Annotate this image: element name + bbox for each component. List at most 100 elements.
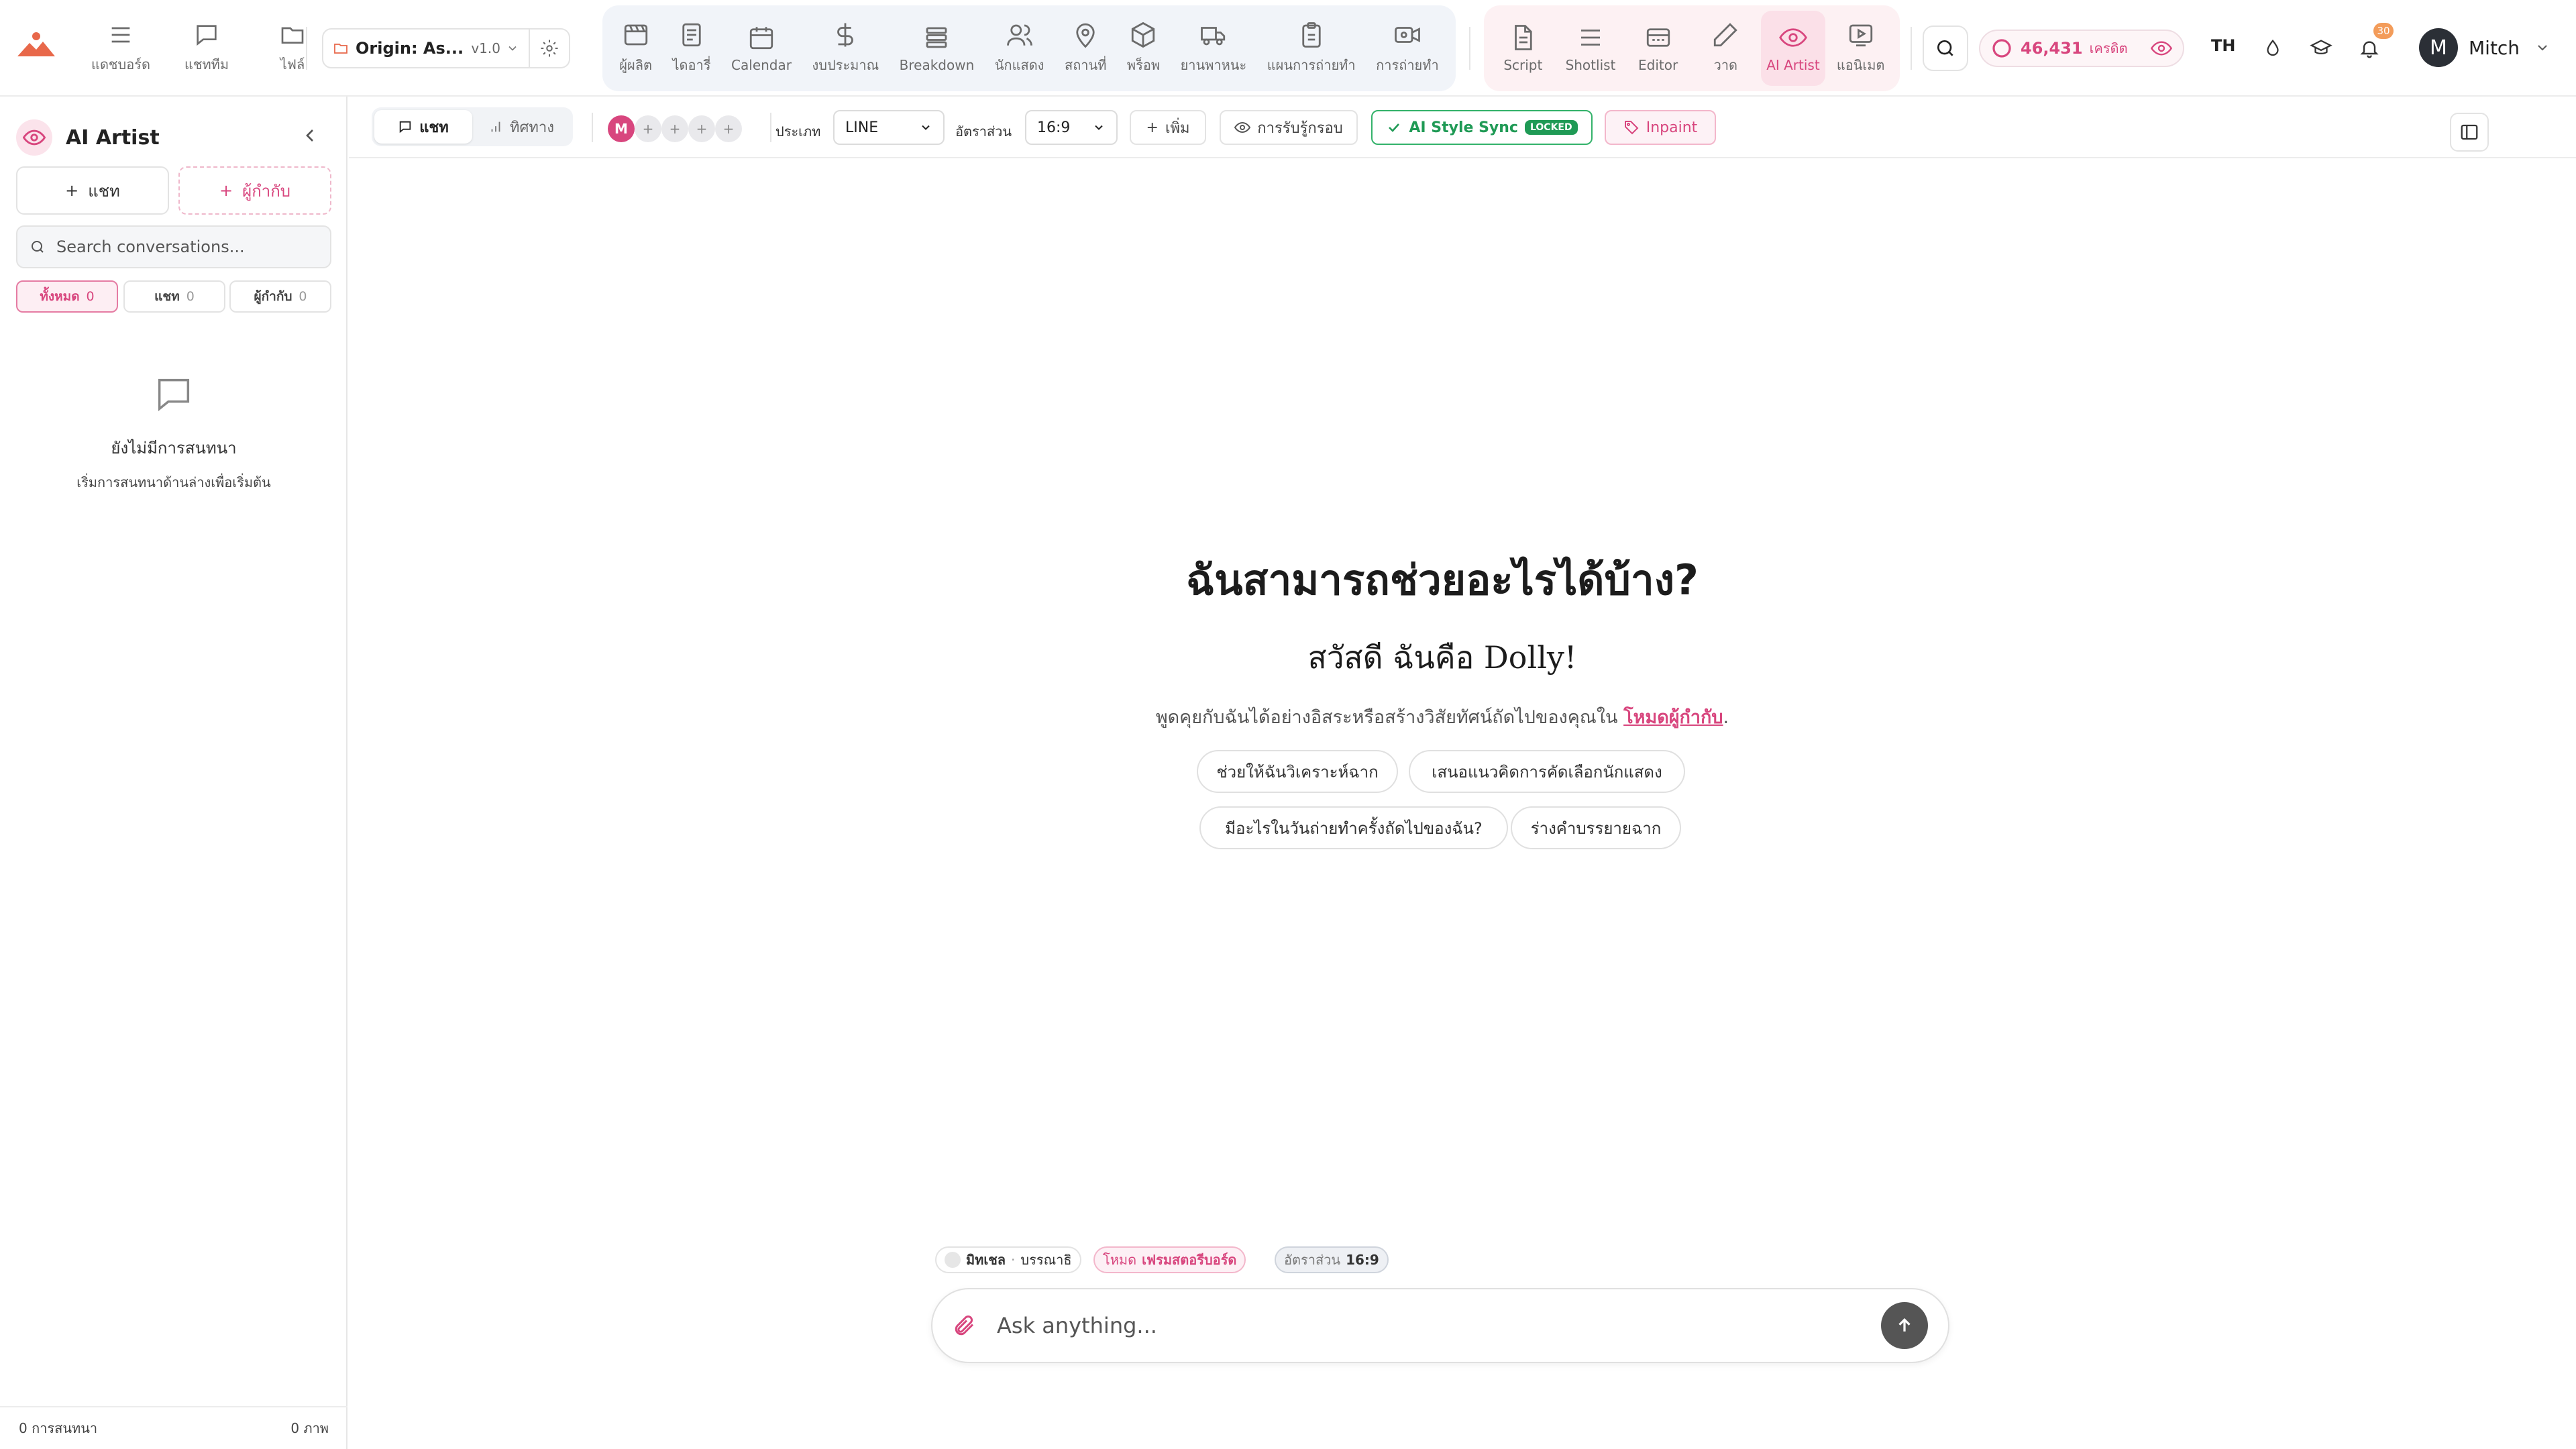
nav-calendar[interactable]: Calendar [727, 11, 796, 85]
type-select[interactable]: LINE [833, 110, 945, 145]
tag-icon [1624, 121, 1639, 135]
context-user-chip[interactable]: มิทเชล · บรรณาธิ [935, 1246, 1081, 1273]
avatar[interactable]: M [608, 115, 635, 142]
chevron-down-icon [922, 125, 930, 130]
add-collaborator-icon[interactable]: + [661, 115, 688, 142]
add-collaborator-icon[interactable]: + [715, 115, 742, 142]
chat-icon [158, 378, 190, 411]
chat-icon [197, 25, 217, 46]
filter-all[interactable]: ทั้งหมด 0 [16, 280, 118, 313]
welcome-heading: ฉันสามารถช่วยอะไรได้บ้าง? [1186, 555, 1699, 604]
creative-nav: Script Shotlist Editor วาด AI Artist แอน… [1484, 5, 1900, 91]
ratio-select[interactable]: 16:9 [1025, 110, 1118, 145]
nav-dashboard[interactable]: แดชบอร์ด [87, 20, 154, 76]
clapper-icon [624, 24, 647, 46]
nav-locations[interactable]: สถานที่ [1061, 11, 1110, 85]
filter-count: 0 [186, 289, 195, 304]
toggle-panel-button[interactable] [2450, 113, 2489, 152]
nav-shooting[interactable]: การถ่ายทำ [1372, 11, 1443, 85]
suggestion-chip[interactable]: ร่างคำบรรยายฉาก [1511, 806, 1681, 849]
tab-chat[interactable]: แชท [374, 110, 472, 144]
arrow-up-icon [1898, 1318, 1911, 1332]
app-logo[interactable] [16, 30, 56, 59]
nav-label: แดชบอร์ด [91, 56, 150, 72]
conversation-count: 0 การสนทนา [19, 1420, 98, 1436]
notification-badge: 30 [2373, 23, 2394, 39]
project-settings-button[interactable] [530, 28, 570, 68]
user-menu[interactable]: M Mitch [2419, 28, 2551, 67]
nav-cast[interactable]: นักแสดง [991, 11, 1049, 85]
nav-files[interactable]: ไฟล์ [259, 20, 326, 76]
eye-icon [1234, 121, 1251, 133]
credits-unit: เครดิต [2089, 40, 2128, 56]
nav-label: AI Artist [1766, 57, 1820, 73]
box-icon [1132, 21, 1155, 48]
ai-style-sync-button[interactable]: AI Style Sync LOCKED [1371, 110, 1593, 145]
nav-editor[interactable]: Editor [1626, 11, 1690, 86]
nav-shotlist[interactable]: Shotlist [1558, 11, 1623, 86]
perception-label: การรับรู้กรอบ [1257, 119, 1343, 137]
nav-producer[interactable]: ผู้ผลิต [615, 11, 656, 85]
nav-breakdown[interactable]: Breakdown [896, 11, 979, 85]
nav-label: นักแสดง [994, 57, 1044, 73]
nav-label: Editor [1638, 57, 1678, 73]
suggestion-chip[interactable]: เสนอแนวคิดการคัดเลือกนักแสดง [1409, 750, 1685, 793]
frame-perception-button[interactable]: การรับรู้กรอบ [1220, 110, 1358, 145]
credits-balance[interactable]: 46,431 เครดิต [1979, 30, 2184, 67]
director-mode-link[interactable]: โหมดผู้กำกับ [1623, 707, 1723, 728]
nav-ai-artist[interactable]: AI Artist [1760, 11, 1825, 86]
theme-button[interactable] [2255, 31, 2290, 66]
editor-icon [1646, 28, 1670, 47]
plus-icon: + [65, 181, 79, 200]
empty-title: ยังไม่มีการสนทนา [111, 439, 237, 458]
context-ratio-chip[interactable]: อัตราส่วน 16:9 [1275, 1246, 1389, 1273]
filter-label: ผู้กำกับ [254, 289, 292, 304]
ratio-label: อัตราส่วน [955, 123, 1012, 140]
nav-label: ผู้ผลิต [619, 57, 652, 73]
inpaint-button[interactable]: Inpaint [1605, 110, 1716, 145]
eye-icon [2151, 41, 2172, 56]
nav-props[interactable]: พร็อพ [1123, 11, 1164, 85]
context-mode-chip[interactable]: โหมด เฟรมสตอรีบอร์ด [1093, 1246, 1246, 1273]
project-selector[interactable]: Origin: As... v1.0 [322, 28, 530, 68]
nav-script[interactable]: Script [1491, 11, 1555, 86]
conversation-search-input[interactable]: Search conversations... [16, 225, 331, 268]
paperclip-icon[interactable] [953, 1313, 977, 1338]
context-mode-label: โหมด [1103, 1252, 1137, 1268]
new-director-button[interactable]: + ผู้กำกับ [178, 166, 331, 215]
suggestion-chip[interactable]: มีอะไรในวันถ่ายทำครั้งถัดไปของฉัน? [1199, 806, 1508, 849]
language-switch[interactable]: TH [2211, 36, 2235, 55]
suggestion-chip[interactable]: ช่วยให้ฉันวิเคราะห์ฉาก [1197, 750, 1398, 793]
nav-budget[interactable]: งบประมาณ [808, 11, 883, 85]
nav-shooting-plan[interactable]: แผนการถ่ายทำ [1263, 11, 1360, 85]
send-button[interactable] [1881, 1302, 1928, 1349]
add-collaborator-icon[interactable]: + [688, 115, 715, 142]
chat-icon [399, 121, 411, 133]
credit-circle-icon [1992, 39, 2011, 58]
mode-toggle: แชท ทิศทาง [372, 107, 573, 146]
nav-label: Script [1503, 57, 1543, 73]
nav-label: งบประมาณ [812, 57, 879, 73]
learn-button[interactable] [2304, 31, 2339, 66]
plus-icon: + [219, 181, 233, 200]
nav-diary[interactable]: ไดอารี่ [668, 11, 714, 85]
nav-animate[interactable]: แอนิเมต [1829, 11, 1893, 86]
global-search-button[interactable] [1923, 25, 1968, 71]
filter-director[interactable]: ผู้กำกับ 0 [229, 280, 331, 313]
filter-chat[interactable]: แชท 0 [123, 280, 225, 313]
add-button[interactable]: + เพิ่ม [1130, 110, 1206, 145]
search-icon [32, 241, 44, 253]
nav-draw[interactable]: วาด [1693, 11, 1758, 86]
nav-vehicles[interactable]: ยานพาหนะ [1177, 11, 1251, 85]
new-chat-button[interactable]: + แชท [16, 166, 169, 215]
context-user: มิทเชล [966, 1252, 1006, 1268]
nav-team-chat[interactable]: แชททีม [173, 20, 240, 76]
add-collaborator-icon[interactable]: + [635, 115, 661, 142]
chevron-down-icon [1095, 125, 1103, 130]
gear-icon [541, 40, 558, 57]
nav-label: แอนิเมต [1836, 57, 1885, 73]
tab-direction[interactable]: ทิศทาง [472, 110, 570, 144]
collapse-sidebar-icon[interactable] [299, 125, 321, 146]
message-input[interactable] [997, 1313, 1881, 1338]
sidebar-header: AI Artist [16, 119, 160, 156]
